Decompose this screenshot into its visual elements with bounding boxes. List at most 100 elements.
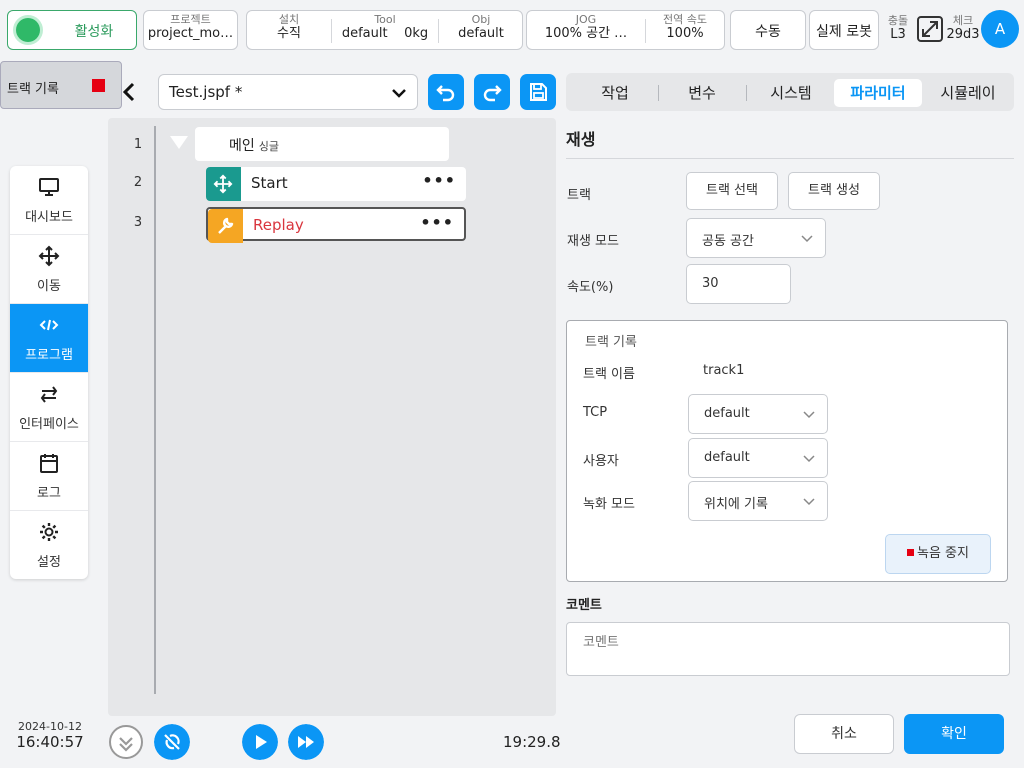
divider xyxy=(566,158,1014,159)
real-robot-label: 실제 로봇 xyxy=(816,24,872,40)
confirm-button[interactable]: 확인 xyxy=(904,714,1004,754)
tab-simulation[interactable]: 시뮬레이 xyxy=(928,79,1008,107)
tool-caption: Tool xyxy=(374,13,396,26)
tree-node-replay[interactable]: Replay ••• xyxy=(206,207,466,243)
tool-values: default 0kg xyxy=(332,26,438,42)
global-speed-cell[interactable]: 전역 속도 100% xyxy=(646,11,724,49)
sidebar-item-program[interactable]: 프로그램 xyxy=(10,304,88,373)
more-options-icon[interactable]: ••• xyxy=(420,213,454,232)
system-clock: 2024-10-12 16:40:57 xyxy=(10,720,90,751)
track-name-label: 트랙 이름 xyxy=(583,367,635,382)
collapse-all-icon[interactable] xyxy=(108,724,144,760)
undo-button[interactable] xyxy=(428,74,464,110)
step-forward-icon[interactable] xyxy=(288,724,324,760)
group-title: 트랙 기록 xyxy=(585,335,637,350)
obj-cell[interactable]: Obj default xyxy=(439,11,523,49)
right-panel-tabs: 작업 변수 시스템 파라미터 시뮬레이 xyxy=(566,73,1014,111)
user-avatar[interactable]: A xyxy=(981,10,1019,48)
line-number: 2 xyxy=(133,175,143,190)
chevron-down-icon xyxy=(803,411,815,419)
real-robot-button[interactable]: 실제 로봇 xyxy=(809,10,879,50)
tree-node-start[interactable]: Start ••• xyxy=(206,167,466,201)
track-record-indicator[interactable]: 트랙 기록 xyxy=(0,61,122,109)
sidebar-item-move[interactable]: 이동 xyxy=(10,235,88,304)
stop-square-icon xyxy=(907,549,914,556)
obj-caption: Obj xyxy=(471,13,491,26)
more-options-icon[interactable]: ••• xyxy=(422,171,456,190)
date-text: 2024-10-12 xyxy=(18,720,82,733)
tab-system[interactable]: 시스템 xyxy=(754,79,828,107)
activate-label: 활성화 xyxy=(74,24,114,40)
record-mode-select[interactable]: 위치에 기록 xyxy=(688,481,828,521)
speed-input[interactable]: 30 xyxy=(686,264,791,304)
undo-icon xyxy=(436,85,455,102)
collision-value: L3 xyxy=(890,27,906,42)
play-icon[interactable] xyxy=(242,724,278,760)
breakpoint-disable-icon[interactable] xyxy=(154,724,190,760)
track-create-button[interactable]: 트랙 생성 xyxy=(788,172,880,210)
divider xyxy=(746,85,747,101)
tool-cell[interactable]: Tool default 0kg xyxy=(332,11,438,49)
play-mode-select[interactable]: 공동 공간 xyxy=(686,218,826,258)
cancel-button[interactable]: 취소 xyxy=(794,714,894,754)
user-value: default xyxy=(704,450,750,465)
manual-label: 수동 xyxy=(755,24,781,40)
track-name-value: track1 xyxy=(703,363,745,378)
activate-button[interactable]: 활성화 xyxy=(7,10,137,50)
user-frame-select[interactable]: default xyxy=(688,438,828,478)
sidebar-item-interface[interactable]: 인터페이스 xyxy=(10,373,88,442)
play-mode-label: 재생 모드 xyxy=(567,234,619,249)
sidebar-item-label: 대시보드 xyxy=(25,210,73,225)
obj-value: default xyxy=(458,26,504,41)
tcp-value: default xyxy=(704,406,750,421)
redo-button[interactable] xyxy=(474,74,510,110)
comment-title: 코멘트 xyxy=(566,598,602,613)
tab-task[interactable]: 작업 xyxy=(580,79,650,107)
file-selector[interactable]: Test.jspf * xyxy=(158,74,418,110)
time-text: 16:40:57 xyxy=(16,733,84,751)
jog-value: 100% 공간 … xyxy=(544,26,628,41)
install-value: 수직 xyxy=(277,26,301,41)
track-select-button[interactable]: 트랙 선택 xyxy=(686,172,778,210)
stop-recording-button[interactable]: 녹음 중지 xyxy=(885,534,991,574)
main-sub-label: 싱글 xyxy=(258,140,280,153)
check-value: 29d3 xyxy=(946,27,980,42)
tree-node-main[interactable]: 메인 싱글 xyxy=(195,127,449,161)
comment-textarea[interactable] xyxy=(566,622,1010,676)
line-number: 3 xyxy=(133,215,143,230)
expand-icon[interactable] xyxy=(917,16,943,42)
collapse-triangle-icon[interactable] xyxy=(170,136,188,149)
chevron-down-icon xyxy=(801,235,813,243)
install-tool-obj-panel[interactable]: 설치 수직 Tool default 0kg Obj default xyxy=(246,10,523,50)
chevron-left-icon[interactable] xyxy=(118,78,140,106)
record-mode-value: 위치에 기록 xyxy=(704,497,768,512)
global-speed-value: 100% xyxy=(666,26,704,41)
sidebar-item-dashboard[interactable]: 대시보드 xyxy=(10,166,88,235)
project-selector[interactable]: 프로젝트 project_mo… xyxy=(143,10,238,50)
jog-cell[interactable]: JOG 100% 공간 … xyxy=(527,11,645,49)
sidebar-item-label: 인터페이스 xyxy=(19,417,79,432)
tcp-select[interactable]: default xyxy=(688,394,828,434)
install-cell[interactable]: 설치 수직 xyxy=(247,11,331,49)
project-value: project_mo… xyxy=(147,26,234,41)
tab-parameters[interactable]: 파라미터 xyxy=(834,79,922,107)
left-sidebar: 대시보드 이동 프로그램 인터페이스 로그 설정 xyxy=(10,166,88,579)
move-icon xyxy=(38,245,60,267)
divider xyxy=(658,85,659,101)
move-icon xyxy=(213,174,233,194)
collision-level[interactable]: 충돌 L3 xyxy=(883,14,913,42)
stop-recording-label: 녹음 중지 xyxy=(917,546,969,561)
sidebar-item-label: 로그 xyxy=(37,486,61,501)
global-speed-caption: 전역 속도 xyxy=(663,13,707,26)
save-button[interactable] xyxy=(520,74,556,110)
stop-record-icon[interactable] xyxy=(92,79,105,92)
program-tree-editor[interactable]: 1 2 3 메인 싱글 Start ••• Replay ••• xyxy=(108,118,556,716)
manual-mode-button[interactable]: 수동 xyxy=(730,10,806,50)
collision-caption: 충돌 xyxy=(887,14,909,27)
tab-variables[interactable]: 변수 xyxy=(666,79,738,107)
top-bar: 활성화 프로젝트 project_mo… 설치 수직 Tool default … xyxy=(0,0,1024,60)
sidebar-item-settings[interactable]: 설정 xyxy=(10,511,88,579)
track-label: 트랙 xyxy=(567,188,591,203)
jog-speed-panel[interactable]: JOG 100% 공간 … 전역 속도 100% xyxy=(526,10,725,50)
sidebar-item-log[interactable]: 로그 xyxy=(10,442,88,511)
